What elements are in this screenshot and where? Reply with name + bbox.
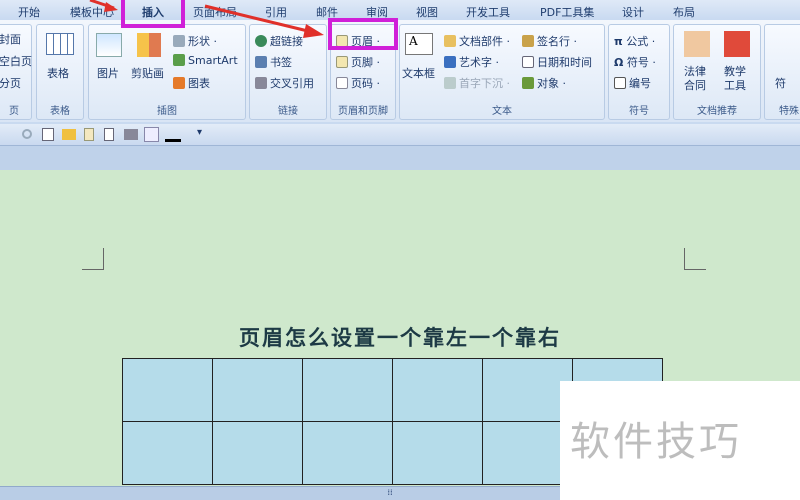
page-break-button[interactable]: 分页 — [0, 75, 21, 91]
table-cell[interactable] — [302, 358, 393, 422]
object-button[interactable]: 对象 · — [522, 75, 566, 91]
table-cell[interactable] — [392, 421, 483, 485]
group-label: 特殊 — [779, 106, 799, 117]
numbering-icon — [614, 77, 626, 89]
clipart-button[interactable]: 剪贴画 — [131, 65, 164, 81]
printer-icon[interactable] — [124, 129, 138, 140]
scroll-grip-icon[interactable]: ⁞⁞ — [380, 488, 400, 498]
arrowhead-icon — [104, 2, 118, 12]
ruler-area — [0, 146, 800, 170]
table-cell[interactable] — [302, 421, 393, 485]
table-cell[interactable] — [482, 421, 573, 485]
table-cell[interactable] — [212, 421, 303, 485]
redo-icon[interactable] — [22, 129, 32, 139]
margin-corner-left — [82, 248, 104, 270]
group-label: 文本 — [492, 106, 512, 117]
print-preview-icon[interactable] — [42, 128, 54, 141]
table-button[interactable]: 表格 — [47, 65, 69, 81]
table-cell[interactable] — [122, 358, 213, 422]
group-label: 符号 — [629, 106, 649, 117]
textbox-button[interactable]: 文本框 — [402, 65, 435, 81]
table-cell[interactable] — [392, 358, 483, 422]
arrowhead-icon — [303, 24, 324, 38]
watermark: 软件技巧 — [560, 381, 800, 500]
arrow-to-header-icon — [204, 4, 313, 34]
group-label: 文档推荐 — [697, 106, 737, 117]
picture-button[interactable]: 图片 — [97, 65, 119, 81]
new-document-icon[interactable] — [104, 128, 114, 141]
dropcap-icon — [444, 77, 456, 89]
watermark-text: 软件技巧 — [570, 419, 742, 465]
special-symbol-button[interactable]: 符 — [775, 75, 786, 91]
page-icon[interactable] — [84, 128, 94, 141]
object-icon — [522, 77, 534, 89]
group-label: 链接 — [278, 106, 298, 117]
page-number-icon — [336, 77, 348, 89]
customize-dropdown-icon[interactable]: ▾ — [197, 127, 202, 138]
open-folder-icon[interactable] — [62, 129, 76, 140]
group-label: 表格 — [50, 106, 70, 117]
numbering-button[interactable]: 编号 — [614, 75, 651, 91]
quick-access-toolbar: ▾ — [0, 124, 800, 146]
group-label: 页眉和页脚 — [338, 106, 388, 117]
chart-icon — [173, 77, 185, 89]
chart-button[interactable]: 图表 — [173, 75, 210, 91]
annotation-arrows — [89, 0, 324, 38]
table-cell[interactable] — [482, 358, 573, 422]
page-number-button[interactable]: 页码 · — [336, 75, 380, 91]
group-label: 插图 — [157, 106, 177, 117]
dropcap-button[interactable]: 首字下沉 · — [444, 75, 510, 91]
document-title[interactable]: 页眉怎么设置一个靠左一个靠右 — [0, 322, 800, 352]
law-contract-button[interactable]: 法律合同 — [684, 65, 710, 93]
table-cell[interactable] — [212, 358, 303, 422]
crossref-icon — [255, 77, 267, 89]
margin-corner-right — [684, 248, 706, 270]
table-cell[interactable] — [122, 421, 213, 485]
teaching-tools-button[interactable]: 教学工具 — [724, 65, 750, 93]
draw-icon[interactable] — [144, 127, 159, 142]
cross-reference-button[interactable]: 交叉引用 — [255, 75, 314, 91]
highlighter-icon[interactable] — [165, 128, 181, 142]
group-label: 页 — [9, 106, 19, 117]
